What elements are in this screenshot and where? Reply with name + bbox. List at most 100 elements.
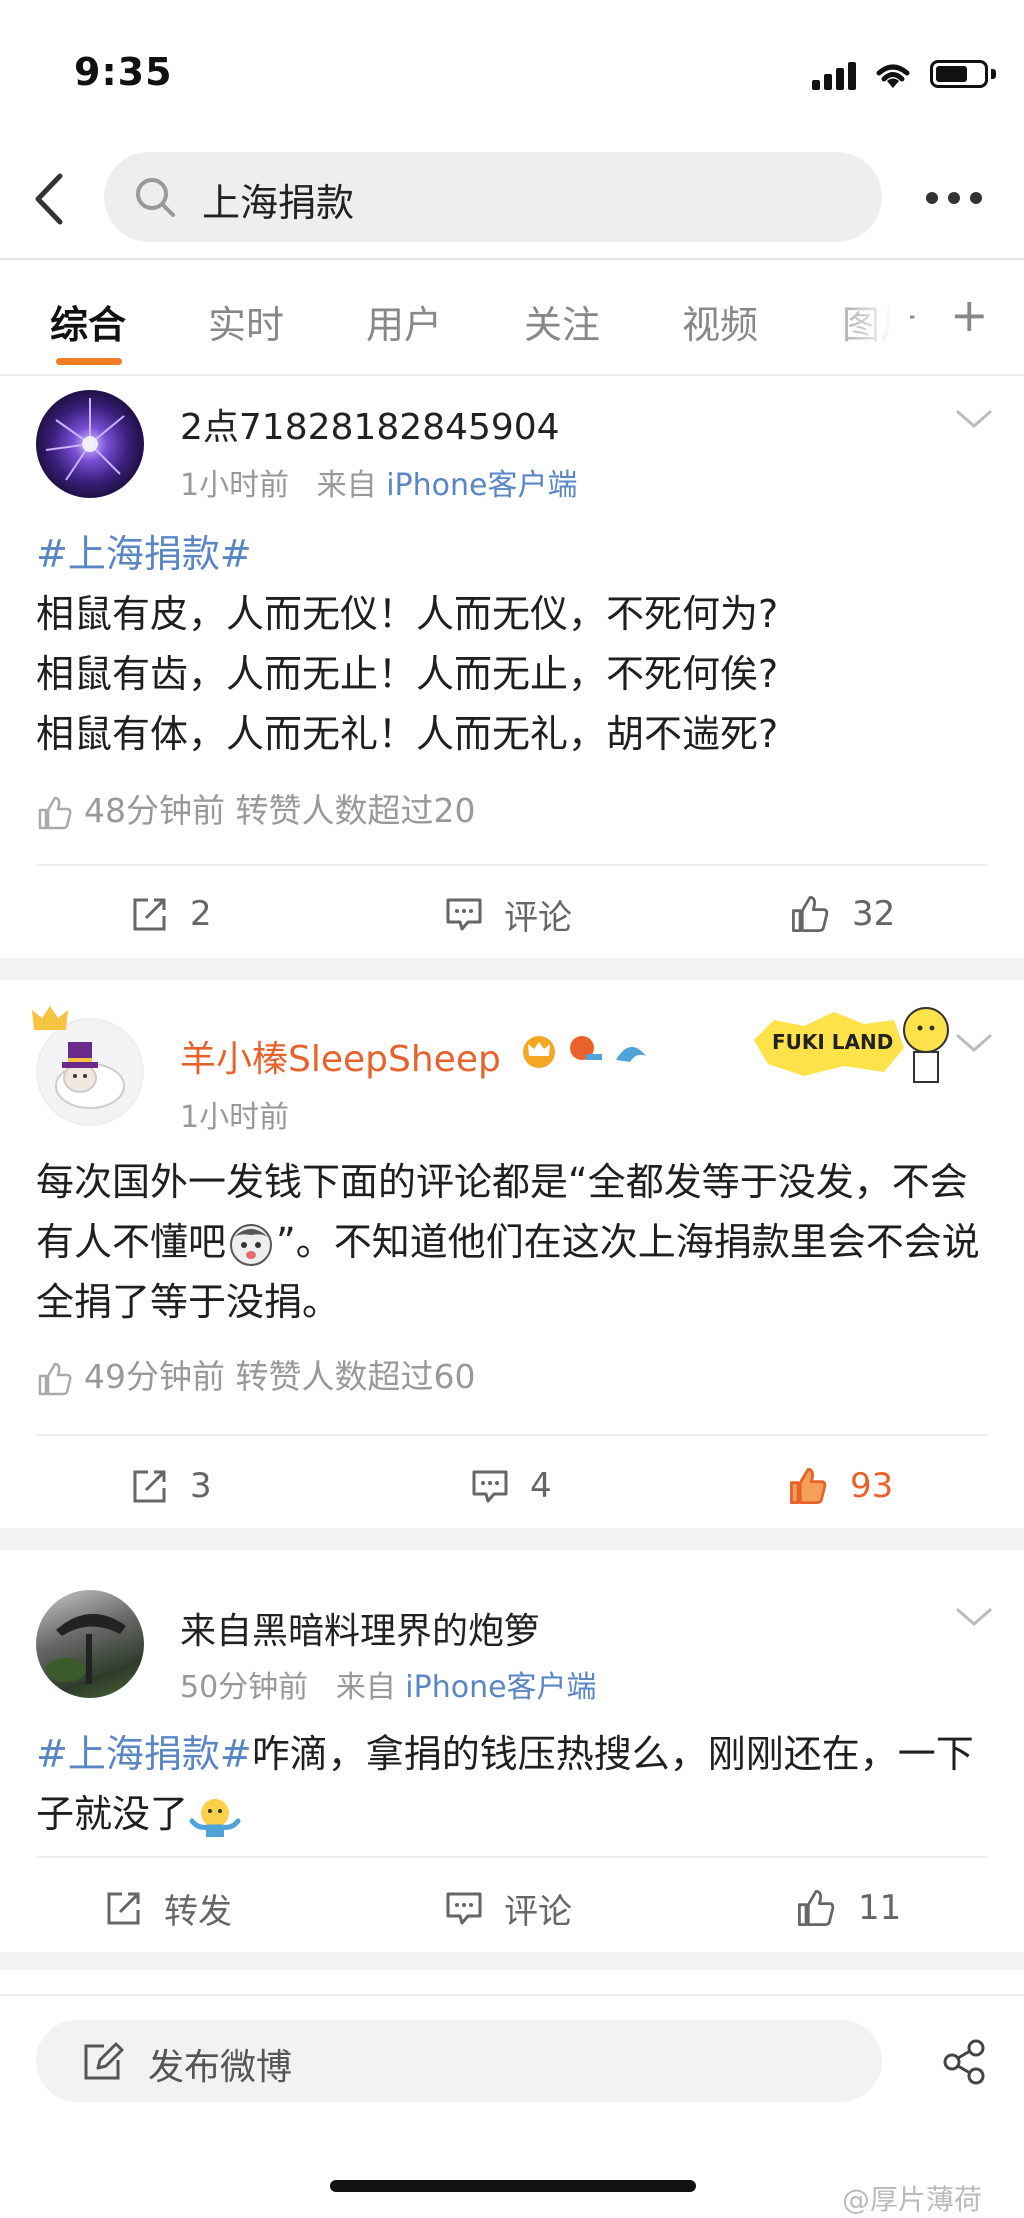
repost-icon	[133, 898, 166, 931]
post-meta: 50分钟前 来自 iPhone客户端	[180, 1662, 597, 1706]
repost-button[interactable]: 2	[130, 886, 212, 942]
content-line: 相鼠有皮，人而无仪！人而无仪，不死何为?	[36, 592, 779, 636]
repost-count: 2	[190, 894, 212, 934]
chevron-down-icon[interactable]	[954, 408, 994, 432]
search-query: 上海捐款	[202, 181, 355, 225]
search-input[interactable]: 上海捐款	[104, 152, 882, 242]
thumbs-up-filled-icon	[790, 1468, 827, 1504]
action-divider	[36, 1856, 988, 1858]
post-source[interactable]: iPhone客户端	[405, 1670, 596, 1705]
liked-info-text: 48分钟前 转赞人数超过20	[84, 791, 476, 830]
chevron-down-icon[interactable]	[954, 1606, 994, 1630]
post-card: 羊小榛SleepSheep FUKI LAND 1小时前 每次国外一发钱下面的评…	[0, 980, 1024, 1528]
share-icon[interactable]	[940, 2038, 988, 2086]
back-button[interactable]	[26, 164, 76, 234]
search-icon	[136, 178, 175, 217]
header-divider	[0, 258, 1024, 260]
shark-badge-icon	[616, 1046, 646, 1062]
post-content: #上海捐款#咋滴，拿捐的钱压热搜么，刚刚还在，一下子就没了	[36, 1724, 996, 1844]
repost-icon	[107, 1892, 140, 1925]
vip-crown-badge-icon	[523, 1036, 555, 1068]
comment-label: 评论	[504, 897, 572, 938]
comment-button[interactable]: 4	[470, 1458, 552, 1514]
thumbs-up-icon	[792, 896, 829, 932]
content-line: 相鼠有齿，人而无止！人而无止，不死何俟?	[36, 652, 779, 696]
thumbs-up-icon	[38, 1362, 72, 1395]
hashtag-link[interactable]: #上海捐款#	[36, 1732, 252, 1776]
username[interactable]: 来自黑暗料理界的炮箩	[180, 1602, 540, 1654]
comment-icon	[446, 1892, 482, 1925]
username[interactable]: 羊小榛SleepSheep	[180, 1030, 501, 1082]
sports-badge-icon	[570, 1036, 602, 1060]
thumbs-up-icon	[38, 796, 72, 829]
avatar[interactable]	[36, 1018, 144, 1126]
repost-button[interactable]: 转发	[104, 1880, 232, 1936]
source-prefix: 来自	[335, 1670, 396, 1705]
shrug-emoji-icon	[189, 1798, 241, 1837]
post-separator	[0, 1952, 1024, 1970]
user-badges	[520, 1032, 650, 1070]
husky-emoji-icon	[230, 1223, 273, 1266]
status-time: 9:35	[74, 50, 173, 94]
like-button[interactable]: 11	[794, 1880, 901, 1936]
battery-cap	[991, 69, 996, 79]
active-tab-indicator	[56, 358, 122, 365]
add-tab-icon[interactable]: +	[950, 288, 989, 342]
post-time: 50分钟前	[180, 1670, 309, 1705]
post-content: #上海捐款# 相鼠有皮，人而无仪！人而无仪，不死何为? 相鼠有齿，人而无止！人而…	[36, 524, 996, 764]
more-options-icon[interactable]	[918, 180, 988, 216]
post-meta: 1小时前 来自 iPhone客户端	[180, 460, 577, 504]
tab-users[interactable]: 用户	[366, 294, 442, 349]
watermark: @厚片薄荷	[842, 2183, 983, 2216]
tab-scroll-fade	[820, 280, 910, 350]
tab-video[interactable]: 视频	[682, 294, 758, 349]
action-divider	[36, 1434, 988, 1436]
post-time: 1小时前	[180, 468, 290, 503]
wifi-icon	[876, 64, 910, 88]
post-card: 来自黑暗料理界的炮箩 50分钟前 来自 iPhone客户端 #上海捐款#咋滴，拿…	[0, 1550, 1024, 1952]
comment-button[interactable]: 评论	[444, 1880, 572, 1936]
compose-weibo-button[interactable]: 发布微博	[36, 2020, 882, 2102]
action-divider	[36, 864, 988, 866]
tab-comprehensive[interactable]: 综合	[50, 294, 126, 349]
chevron-down-icon[interactable]	[954, 1032, 994, 1056]
home-indicator[interactable]	[330, 2180, 696, 2192]
bottom-bar-divider	[0, 1994, 1024, 1996]
post-card: 2点71828182845904 1小时前 来自 iPhone客户端 #上海捐款…	[0, 376, 1024, 956]
content-line: 相鼠有体，人而无礼！人而无礼，胡不遄死?	[36, 712, 779, 756]
hashtag-link[interactable]: #上海捐款#	[36, 524, 996, 584]
liked-info: 48分钟前 转赞人数超过20	[36, 784, 475, 832]
comment-count: 4	[530, 1466, 552, 1506]
post-content: 每次国外一发钱下面的评论都是“全都发等于没发，不会有人不懂吧 ”。不知道他们在这次…	[36, 1152, 996, 1332]
edit-icon	[84, 2042, 124, 2080]
like-count: 11	[858, 1888, 902, 1928]
tab-following[interactable]: 关注	[524, 294, 600, 349]
post-source[interactable]: iPhone客户端	[386, 468, 577, 503]
sheep-avatar-image	[55, 1042, 125, 1109]
tab-realtime[interactable]: 实时	[208, 294, 284, 349]
post-time: 1小时前	[180, 1100, 290, 1135]
fuki-land-label: FUKI LAND	[772, 1030, 894, 1054]
post-separator	[0, 1528, 1024, 1550]
like-button[interactable]: 32	[788, 886, 895, 942]
fuki-land-badge: FUKI LAND	[744, 990, 954, 1090]
battery-icon	[930, 60, 988, 88]
repost-icon	[133, 1470, 166, 1503]
liked-info-text: 49分钟前 转赞人数超过60	[84, 1357, 476, 1396]
comment-button[interactable]: 评论	[444, 886, 572, 942]
like-button[interactable]: 93	[786, 1458, 893, 1514]
avatar-lightning-image	[45, 398, 125, 481]
repost-label: 转发	[164, 1891, 232, 1932]
crown-icon	[32, 1006, 68, 1030]
repost-button[interactable]: 3	[130, 1458, 212, 1514]
avatar[interactable]	[36, 1590, 144, 1698]
cellular-signal-icon	[812, 62, 858, 90]
avatar-scene-image	[46, 1613, 126, 1684]
liked-info: 49分钟前 转赞人数超过60	[36, 1350, 475, 1398]
comment-icon	[472, 1470, 508, 1503]
like-count: 32	[852, 894, 896, 934]
username[interactable]: 2点71828182845904	[180, 398, 560, 450]
comment-label: 评论	[504, 1891, 572, 1932]
thumbs-up-icon	[798, 1890, 835, 1926]
avatar[interactable]	[36, 390, 144, 498]
